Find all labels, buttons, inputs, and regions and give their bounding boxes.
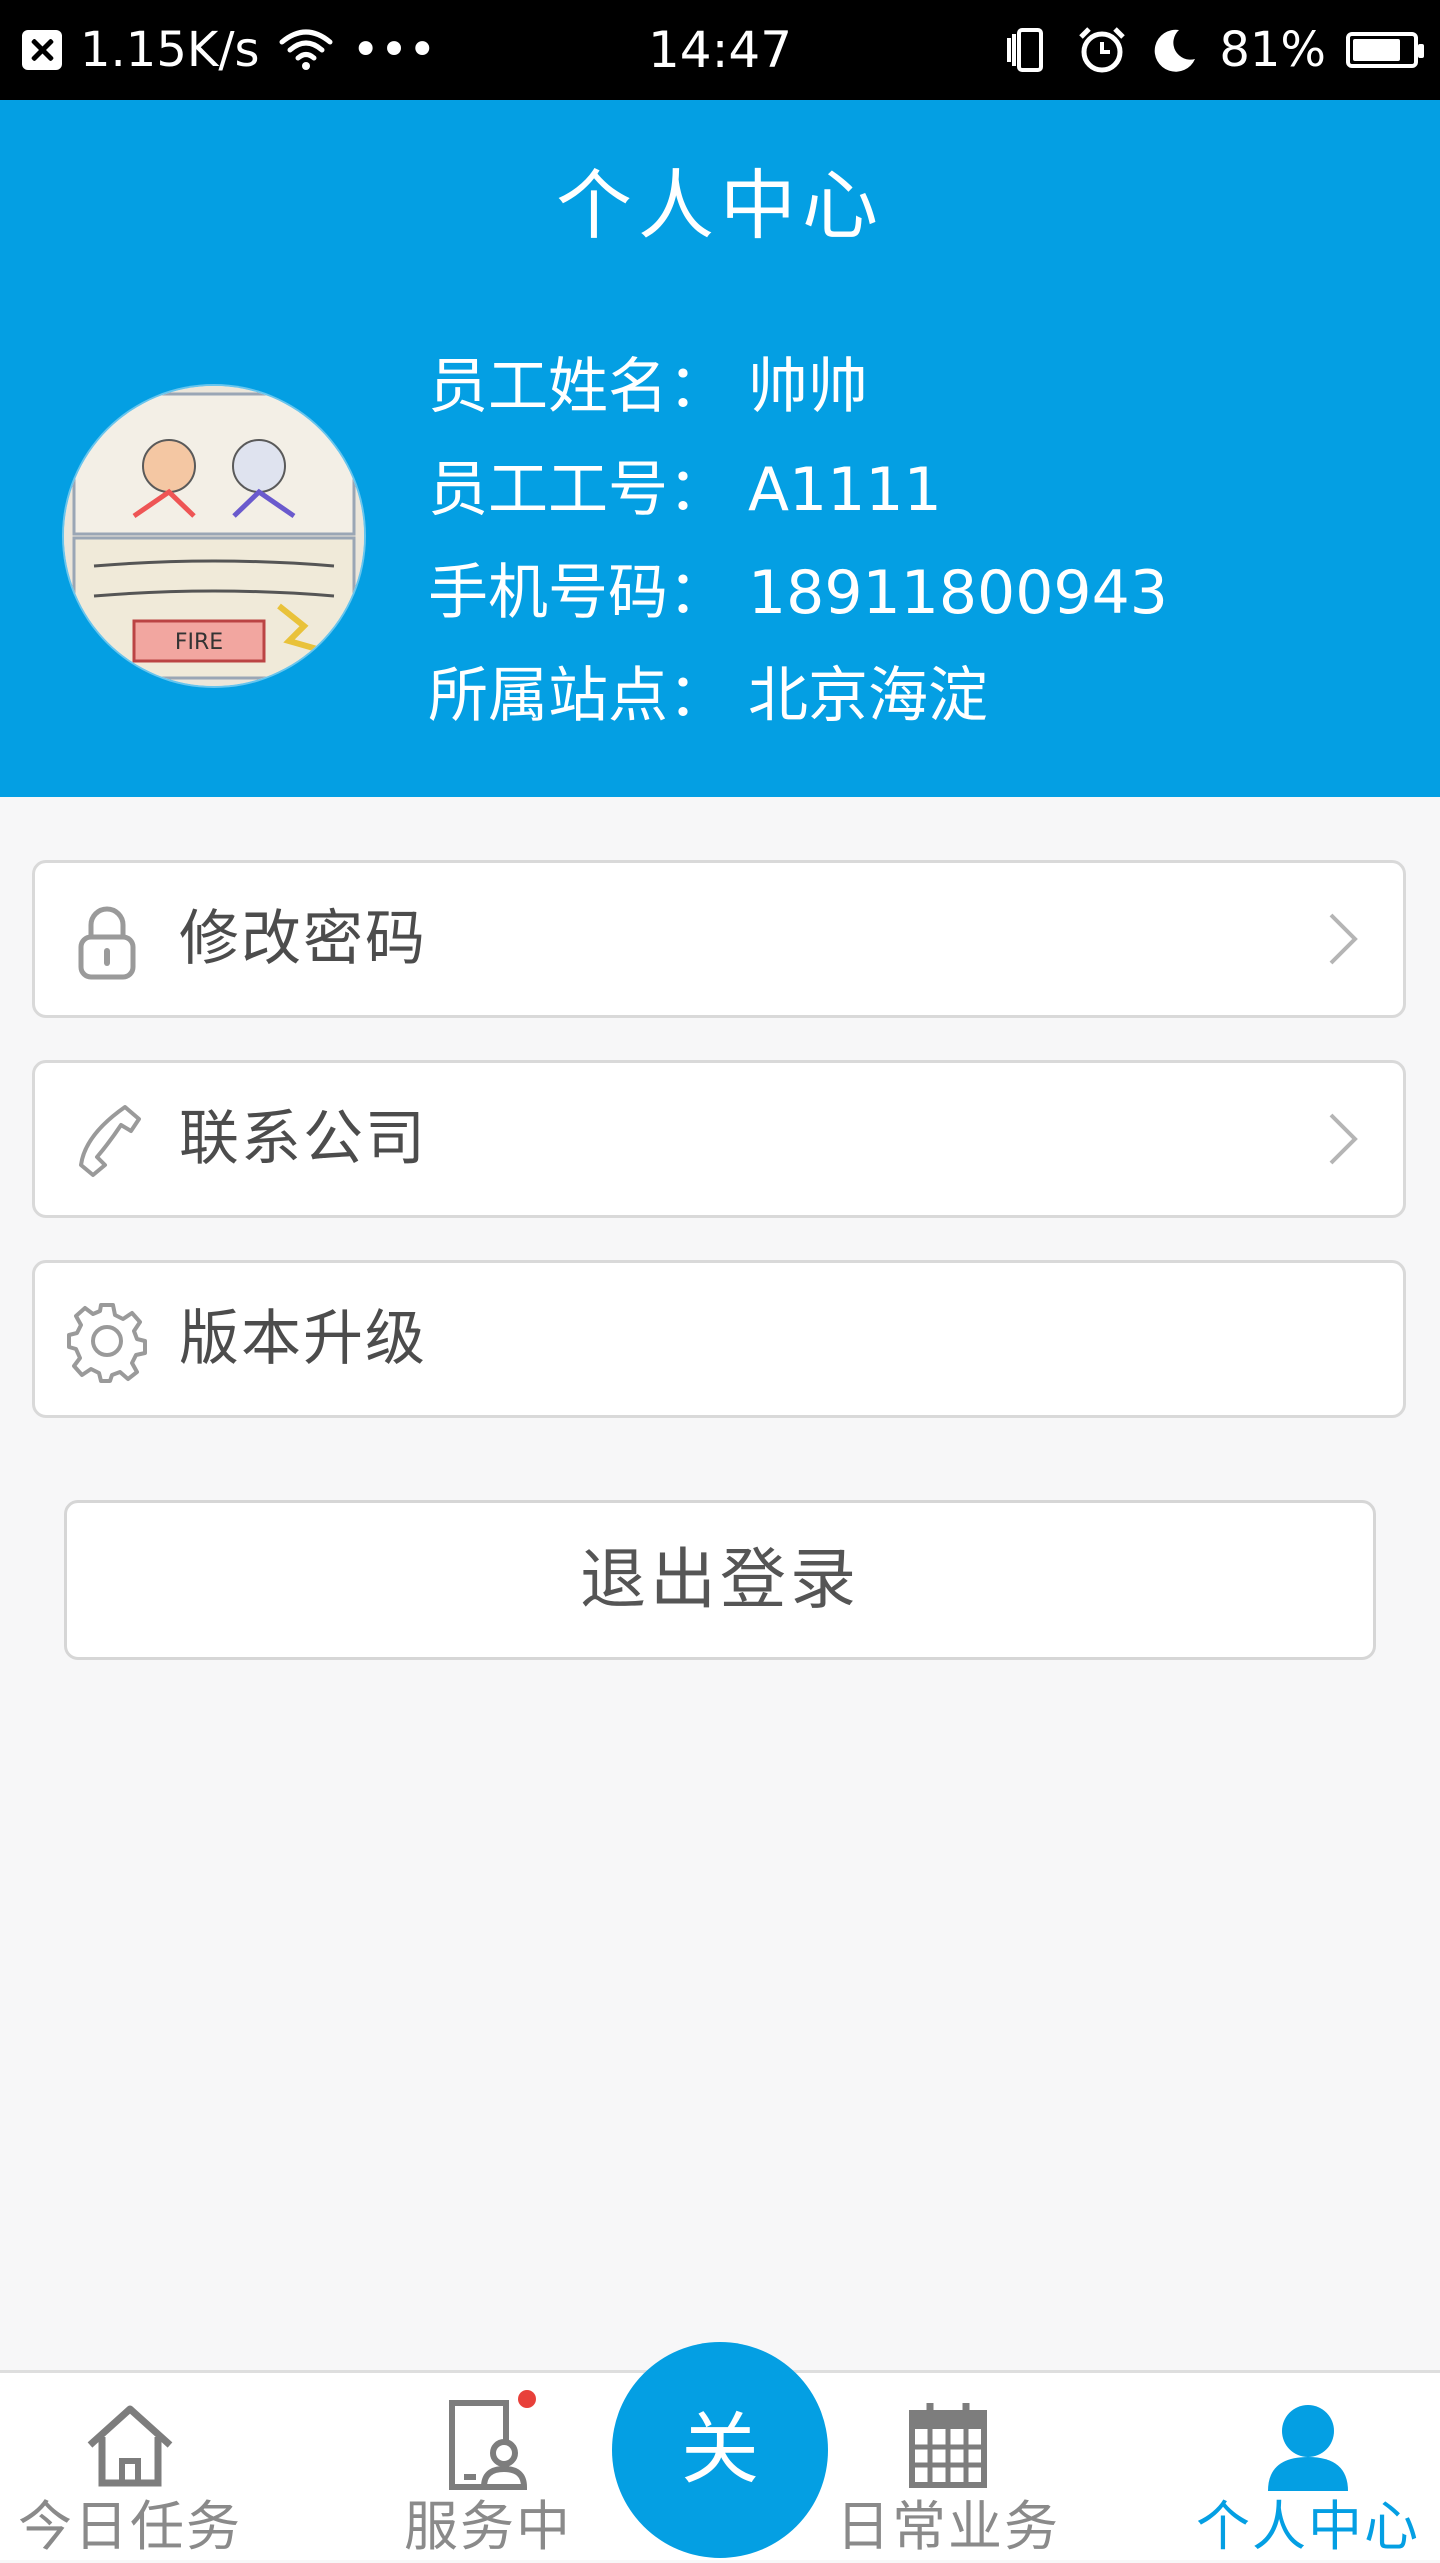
tab-daily-business[interactable]: 日常业务 [818,2373,1078,2563]
moon-icon [1155,29,1196,72]
alarm-icon [1079,27,1126,73]
status-right: 81% [1003,0,1424,100]
info-value: 帅帅 [748,352,868,422]
avatar[interactable]: FIRE [64,386,364,686]
tab-label: 日常业务 [836,2495,1060,2558]
profile-header: 个人中心 FIRE 员工姓名： 帅帅 员工工号： A1111 手机号码： 189… [0,100,1440,797]
home-icon [87,2405,173,2487]
page-title: 个人中心 [556,161,884,250]
menu-label: 联系公司 [179,1104,427,1174]
lock-icon [78,906,136,980]
tab-label: 服务中 [404,2495,572,2558]
tab-personal-center[interactable]: 个人中心 [1178,2373,1438,2563]
battery-icon [1346,32,1424,68]
info-value: 北京海淀 [748,661,988,731]
info-value: 18911800943 [748,558,1168,628]
menu-item-change-password[interactable]: 修改密码 [32,860,1406,1018]
info-value: A1111 [748,455,942,525]
svg-text:FIRE: FIRE [175,630,223,655]
battery-level [1353,39,1400,61]
tab-label: 今日任务 [18,2495,242,2558]
info-row-name: 员工姓名： 帅帅 [428,336,1168,439]
battery-percent: 81% [1219,22,1326,78]
info-row-id: 员工工号： A1111 [428,439,1168,542]
info-label: 手机号码： [428,558,728,628]
info-row-station: 所属站点： 北京海淀 [428,645,1168,748]
avatar-image: FIRE [64,386,364,686]
info-label: 所属站点： [428,661,728,731]
notification-badge [518,2390,536,2408]
logout-button[interactable]: 退出登录 [64,1500,1376,1660]
info-row-phone: 手机号码： 18911800943 [428,542,1168,645]
menu-label: 版本升级 [179,1304,427,1374]
vibrate-icon [1007,28,1044,72]
person-icon [1268,2405,1348,2491]
chevron-right-icon [1329,1113,1358,1165]
gear-icon [67,1303,147,1383]
employee-info: 员工姓名： 帅帅 员工工号： A1111 手机号码： 18911800943 所… [428,336,1168,748]
center-action-button[interactable]: 关 [612,2342,828,2558]
info-label: 员工工号： [428,455,728,525]
tab-today-tasks[interactable]: 今日任务 [0,2373,260,2563]
menu-item-version-upgrade[interactable]: 版本升级 [32,1260,1406,1418]
chevron-right-icon [1329,913,1358,965]
service-user-icon [449,2400,528,2490]
status-bar: 1.15K/s ••• 14:47 81% [0,0,1440,100]
tab-in-service[interactable]: 服务中 [358,2373,618,2563]
menu-label: 修改密码 [179,904,427,974]
info-label: 员工姓名： [428,352,728,422]
menu-item-contact-company[interactable]: 联系公司 [32,1060,1406,1218]
tab-label: 个人中心 [1196,2495,1420,2558]
phone-icon [79,1105,141,1177]
calendar-icon [909,2403,987,2488]
